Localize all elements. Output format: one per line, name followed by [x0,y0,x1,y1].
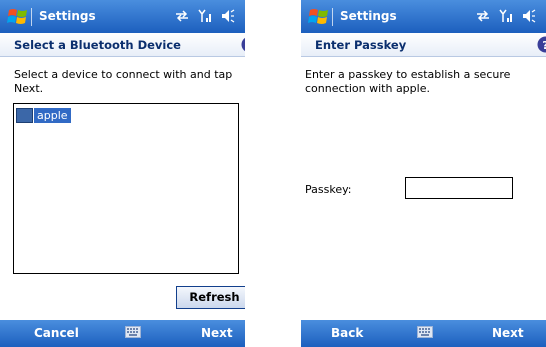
connectivity-arrows-icon[interactable] [175,10,189,22]
status-icons [476,9,536,23]
speaker-volume-icon[interactable] [221,9,235,23]
softkey-bar: Cancel Next [0,320,245,347]
title-separator [31,8,32,26]
bluetooth-device-icon [16,107,33,123]
passkey-label: Passkey: [305,183,352,196]
page-title: Enter Passkey [315,38,407,52]
passkey-input[interactable] [405,177,513,199]
title-bar: Settings [301,0,546,33]
signal-strength-icon[interactable] [198,9,212,23]
instructions-text: Select a device to connect with and tap … [14,68,233,95]
status-icons [175,9,235,23]
refresh-button[interactable]: Refresh [176,286,245,309]
back-softkey[interactable]: Back [331,326,363,340]
cancel-softkey[interactable]: Cancel [34,326,79,340]
page-header: Enter Passkey ? [301,33,546,57]
help-icon[interactable]: ? [241,36,245,53]
windows-flag-icon[interactable] [7,6,29,26]
title-bar: Settings [0,0,245,33]
title-separator [332,8,333,26]
enter-passkey-screen: Settings Enter Passkey ? Enter a passkey… [301,0,546,347]
device-label: apple [34,107,71,123]
speaker-volume-icon[interactable] [522,9,536,23]
page-header: Select a Bluetooth Device ? [0,33,245,57]
windows-flag-icon[interactable] [308,6,330,26]
next-softkey[interactable]: Next [492,326,524,340]
instructions-text: Enter a passkey to establish a secure co… [305,68,511,95]
svg-text:?: ? [542,39,546,52]
window-title: Settings [39,9,96,23]
help-icon[interactable]: ? [537,36,546,53]
softkey-bar: Back Next [301,320,546,347]
device-list-item[interactable]: apple [16,107,71,123]
input-panel-keyboard-icon[interactable] [125,326,141,338]
page-title: Select a Bluetooth Device [14,38,181,52]
signal-strength-icon[interactable] [499,9,513,23]
connectivity-arrows-icon[interactable] [476,10,490,22]
device-list[interactable]: apple [13,103,239,274]
select-device-screen: Settings Select a Bluetooth Device ? Sel… [0,0,245,347]
window-title: Settings [340,9,397,23]
input-panel-keyboard-icon[interactable] [417,326,433,338]
next-softkey[interactable]: Next [201,326,233,340]
